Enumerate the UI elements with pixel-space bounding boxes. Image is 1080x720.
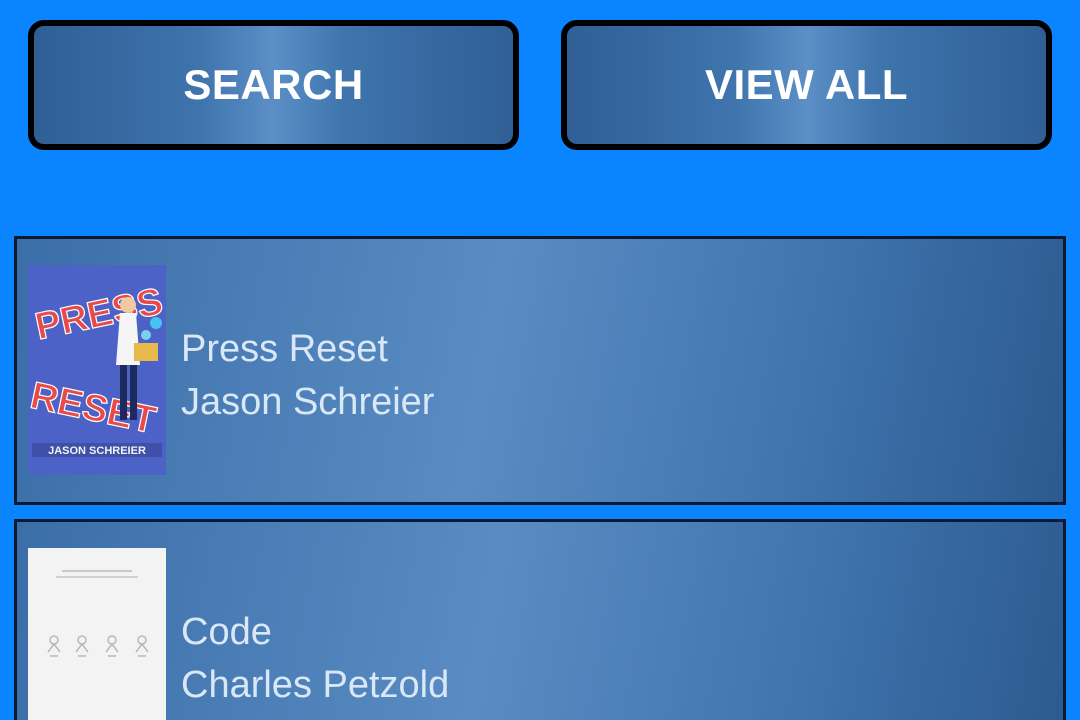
cover-author-line: JASON SCHREIER [48,445,146,457]
code-cover-art [28,548,166,720]
book-title: Code [181,611,272,653]
view-all-button-label: VIEW ALL [704,61,909,108]
book-author: Charles Petzold [181,664,450,706]
book-cover-image [28,548,166,720]
book-title: Press Reset [181,328,388,370]
view-all-button[interactable]: VIEW ALL [561,20,1052,150]
book-info: Press Reset Jason Schreier [181,323,434,429]
book-author: Jason Schreier [181,381,435,423]
search-button[interactable]: SEARCH [28,20,519,150]
press-reset-cover-art: PRESS RESET JASON SCHREIER [28,265,166,475]
search-button-label: SEARCH [183,61,364,108]
app-screen: SEARCH VIEW ALL PRESS RESET JASON SCHREI… [0,0,1080,720]
book-cover-image: PRESS RESET JASON SCHREIER [28,265,166,475]
book-list-item[interactable]: PRESS RESET JASON SCHREIER Press Reset J… [14,236,1066,505]
book-list-item[interactable]: Code Charles Petzold [14,519,1066,720]
book-info: Code Charles Petzold [181,606,449,712]
